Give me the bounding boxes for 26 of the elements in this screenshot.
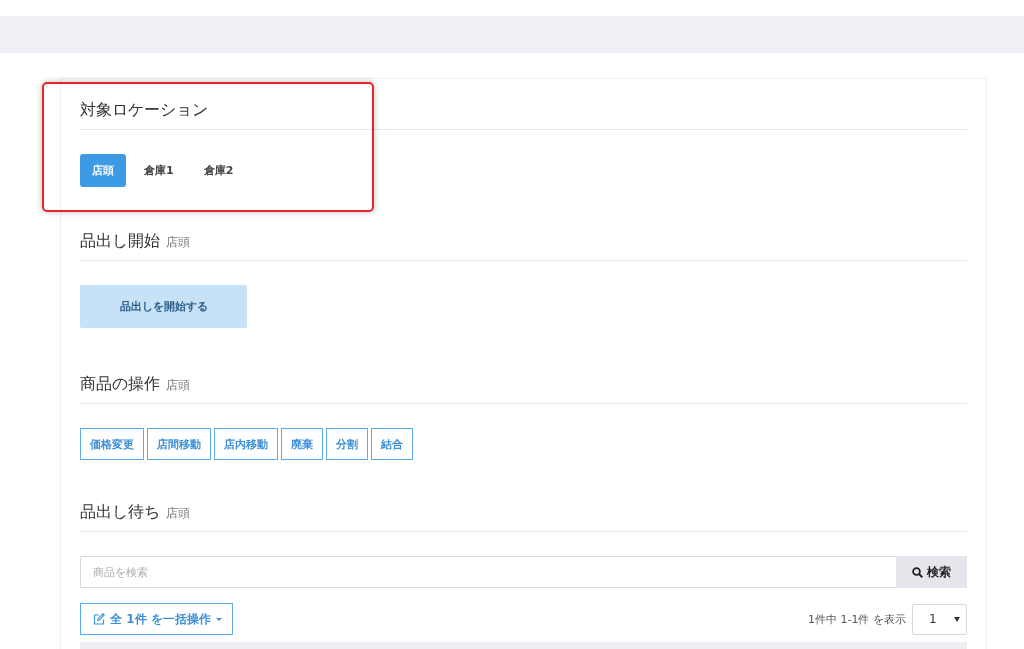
edit-icon (93, 613, 105, 625)
location-label: 店頭 (166, 505, 190, 522)
section-title: 品出し開始 (80, 231, 160, 252)
location-tab[interactable]: 倉庫2 (191, 154, 246, 187)
result-summary: 1件中 1-1件 を表示 (808, 611, 906, 627)
operation-button[interactable]: 分割 (326, 428, 368, 460)
search-icon (912, 566, 923, 578)
location-label: 店頭 (166, 234, 190, 251)
section-title: 対象ロケーション (80, 100, 208, 121)
caret-icon (215, 617, 222, 621)
search-button[interactable]: 検索 (896, 556, 967, 588)
search-field[interactable]: 商品を検索 (80, 556, 896, 588)
bulk-action-button[interactable]: 全 1件 を一括操作 (80, 603, 233, 635)
operation-button[interactable]: 店内移動 (214, 428, 278, 460)
operation-button[interactable]: 結合 (371, 428, 413, 460)
section-title: 商品の操作 (80, 374, 160, 395)
operation-button[interactable]: 価格変更 (80, 428, 144, 460)
location-tab[interactable]: 倉庫1 (132, 154, 186, 187)
operation-button[interactable]: 店間移動 (147, 428, 211, 460)
section-title: 品出し待ち (80, 502, 160, 523)
location-label: 店頭 (166, 377, 190, 394)
page-select[interactable]: 1 (912, 603, 967, 635)
caret-icon (954, 616, 960, 622)
start-button[interactable]: 品出しを開始する (80, 285, 247, 328)
operation-button[interactable]: 廃棄 (281, 428, 323, 460)
location-tab[interactable]: 店頭 (80, 154, 126, 187)
